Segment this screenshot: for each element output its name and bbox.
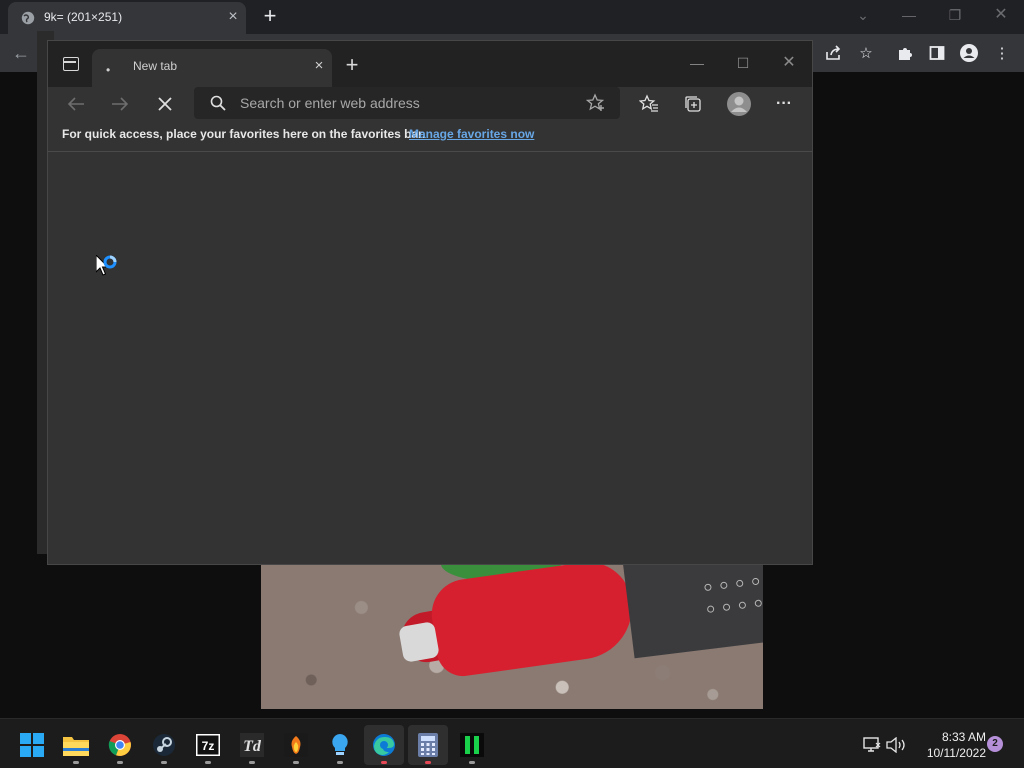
- favorites-icon[interactable]: [634, 89, 664, 119]
- terminal-app-button[interactable]: [452, 725, 492, 765]
- edge-maximize-button[interactable]: ☐: [728, 52, 758, 74]
- favorites-bar-message: For quick access, place your favorites h…: [62, 127, 426, 141]
- edge-titlebar: • New tab × + — ☐ ✕: [48, 41, 812, 87]
- back-arrow-icon[interactable]: [61, 89, 91, 119]
- fire-shield-icon: [284, 733, 308, 757]
- edge-close-button[interactable]: ✕: [774, 52, 804, 74]
- running-indicator: [337, 761, 343, 764]
- windows-logo-icon: [20, 733, 44, 757]
- running-indicator: [73, 761, 79, 764]
- star-icon[interactable]: ☆: [855, 42, 877, 64]
- running-indicator: [293, 761, 299, 764]
- share-icon[interactable]: [822, 42, 844, 64]
- notification-badge[interactable]: 2: [987, 736, 1003, 752]
- edge-tab-title: New tab: [133, 59, 178, 73]
- address-input[interactable]: [240, 93, 580, 113]
- running-indicator: [381, 761, 387, 764]
- 7zip-button[interactable]: 7z: [188, 725, 228, 765]
- viewed-image: [261, 564, 763, 709]
- manage-favorites-link[interactable]: Manage favorites now: [409, 127, 534, 141]
- 7zip-icon: 7z: [196, 734, 220, 756]
- typedown-button[interactable]: Td: [232, 725, 272, 765]
- address-bar[interactable]: [194, 87, 620, 119]
- calculator-icon: [418, 733, 438, 757]
- running-indicator: [249, 761, 255, 764]
- volume-icon[interactable]: [886, 735, 906, 755]
- chrome-minimize-button[interactable]: —: [894, 4, 924, 26]
- chrome-menu-icon[interactable]: ⋮: [991, 42, 1013, 64]
- green-bars-icon: [460, 733, 484, 757]
- edge-minimize-button[interactable]: —: [682, 52, 712, 74]
- running-indicator: [469, 761, 475, 764]
- file-explorer-button[interactable]: [56, 725, 96, 765]
- tips-button[interactable]: [320, 725, 360, 765]
- clock-date: 10/11/2022: [926, 746, 986, 760]
- chrome-icon: [108, 734, 131, 756]
- running-indicator: [425, 761, 431, 764]
- loading-dot-icon: •: [106, 63, 111, 77]
- side-panel-icon[interactable]: [926, 42, 948, 64]
- chrome-tab[interactable]: 9k= (201×251) ×: [8, 2, 246, 34]
- edge-icon: [373, 734, 395, 756]
- extensions-icon[interactable]: [894, 42, 916, 64]
- edge-page-content: [48, 153, 812, 564]
- busy-cursor-icon: [96, 255, 117, 276]
- chrome-restore-button[interactable]: ❐: [940, 4, 970, 26]
- tab-actions-icon[interactable]: [63, 57, 79, 71]
- favorites-bar: For quick access, place your favorites h…: [48, 121, 812, 152]
- globe-icon: [21, 11, 35, 25]
- chrome-taskbar-button[interactable]: [100, 725, 140, 765]
- network-icon[interactable]: [862, 735, 882, 755]
- running-indicator: [161, 761, 167, 764]
- calculator-button[interactable]: [408, 725, 448, 765]
- folder-icon: [63, 737, 89, 756]
- edge-new-tab-button[interactable]: +: [340, 53, 364, 77]
- chrome-tab-search-icon[interactable]: ⌄: [848, 4, 878, 26]
- edge-tab-close-button[interactable]: ×: [310, 57, 328, 75]
- edge-taskbar-button[interactable]: [364, 725, 404, 765]
- taskbar: 7z Td 8:33 AM 10/11/2022 2: [0, 718, 1024, 768]
- profile-avatar-icon[interactable]: [724, 89, 754, 119]
- edge-window: • New tab × + — ☐ ✕ ···: [47, 40, 813, 565]
- running-indicator: [205, 761, 211, 764]
- chrome-new-tab-button[interactable]: +: [259, 4, 281, 28]
- stop-loading-icon[interactable]: [150, 89, 180, 119]
- chrome-back-button[interactable]: ←: [10, 42, 32, 64]
- svg-text:Td: Td: [243, 738, 262, 755]
- firewall-app-button[interactable]: [276, 725, 316, 765]
- more-options-icon[interactable]: ···: [769, 89, 799, 119]
- edge-tab-new-tab[interactable]: • New tab ×: [92, 49, 332, 87]
- chrome-tabstrip: 9k= (201×251) × + ⌄ — ❐ ✕: [0, 0, 1024, 34]
- search-icon: [210, 95, 226, 111]
- chrome-tab-close-button[interactable]: ×: [224, 8, 242, 26]
- edge-navbar: ···: [48, 87, 812, 121]
- collections-icon[interactable]: [678, 89, 708, 119]
- running-indicator: [117, 761, 123, 764]
- lightbulb-icon: [332, 734, 348, 755]
- svg-text:7z: 7z: [202, 739, 215, 753]
- clock-time: 8:33 AM: [941, 730, 986, 744]
- profile-icon[interactable]: [958, 42, 980, 64]
- steam-icon: [153, 734, 175, 756]
- add-favorite-icon[interactable]: [586, 93, 606, 113]
- steam-button[interactable]: [144, 725, 184, 765]
- start-button[interactable]: [12, 725, 52, 765]
- chrome-close-button[interactable]: ✕: [986, 4, 1016, 26]
- chrome-tab-title: 9k= (201×251): [44, 10, 123, 24]
- forward-arrow-icon[interactable]: [105, 89, 135, 119]
- td-app-icon: Td: [240, 733, 264, 757]
- system-clock[interactable]: 8:33 AM 10/11/2022: [914, 729, 986, 761]
